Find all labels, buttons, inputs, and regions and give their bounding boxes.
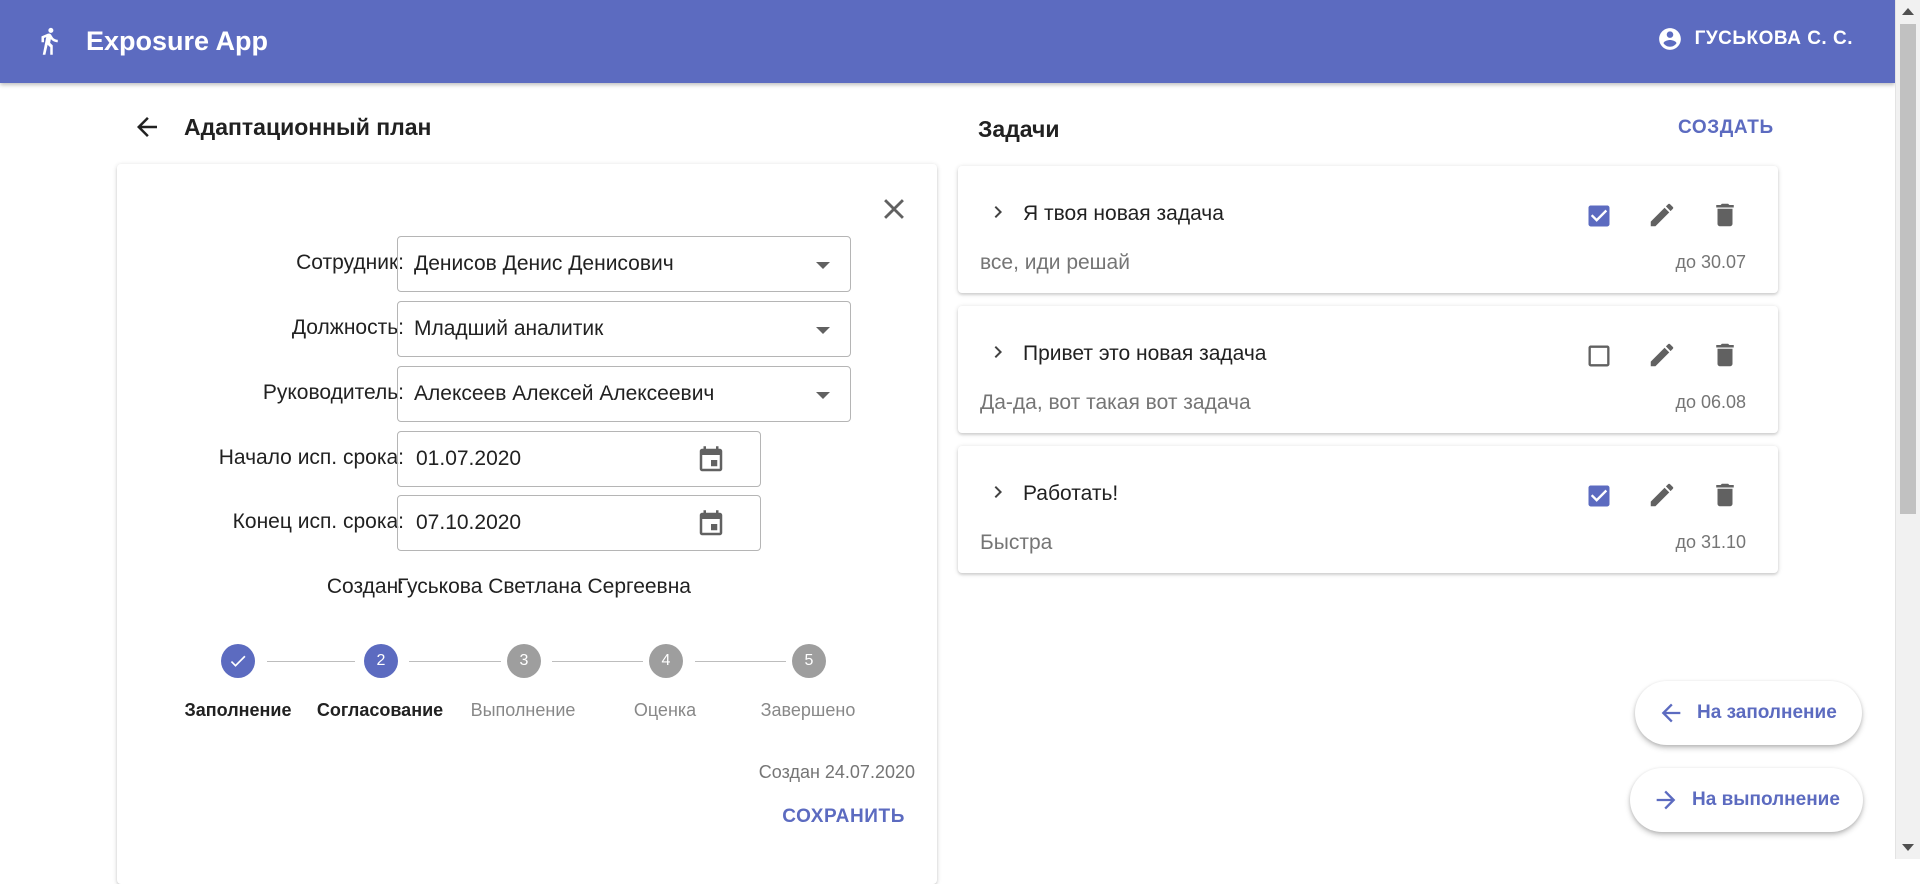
task-due-date: до 31.10 <box>1675 532 1746 552</box>
employee-label: Сотрудник: <box>296 251 404 274</box>
chevron-right-icon[interactable] <box>986 340 1010 364</box>
task-due-date: до 06.08 <box>1675 392 1746 412</box>
task-description: все, иди решай <box>980 251 1130 274</box>
employee-row: Сотрудник: Денисов Денис Денисович <box>117 236 937 292</box>
page-title: Адаптационный план <box>184 113 432 140</box>
task-title: Привет это новая задача <box>1023 342 1267 365</box>
arrow-back-icon <box>1661 703 1681 723</box>
step-2-circle: 2 <box>364 644 398 678</box>
created-date: Создан 24.07.2020 <box>758 762 915 782</box>
employee-value: Денисов Денис Денисович <box>414 252 674 275</box>
position-value: Младший аналитик <box>414 317 604 340</box>
probation-end-input[interactable] <box>414 509 674 537</box>
position-label: Должность: <box>291 316 404 339</box>
user-name: ГУСЬКОВА С. С. <box>1694 28 1853 49</box>
delete-icon[interactable] <box>1710 200 1740 230</box>
task-description: Да-да, вот такая вот задача <box>980 391 1251 414</box>
manager-select[interactable]: Алексеев Алексей Алексеевич <box>397 366 851 422</box>
to-filling-button[interactable]: На заполнение <box>1635 681 1862 745</box>
task-card: Я твоя новая задача все, иди решай до 30… <box>958 166 1778 293</box>
probation-start-input[interactable] <box>414 445 674 473</box>
scrollbar-thumb[interactable] <box>1900 24 1916 514</box>
status-stepper: 2 3 4 5 Заполнение Согласование Выполнен… <box>117 644 937 724</box>
calendar-icon[interactable] <box>696 445 726 475</box>
arrow-forward-icon <box>1656 790 1676 810</box>
to-execution-label: На выполнение <box>1692 789 1840 810</box>
chevron-right-icon[interactable] <box>986 200 1010 224</box>
step-2-label: Согласование <box>316 700 444 720</box>
checkbox-checked-icon[interactable] <box>1585 482 1613 510</box>
chevron-right-icon[interactable] <box>986 480 1010 504</box>
probation-start-row: Начало исп. срока: <box>117 431 937 487</box>
person-walking-icon <box>41 27 58 55</box>
dropdown-arrow-icon <box>816 262 830 269</box>
step-4-label: Оценка <box>633 700 697 720</box>
plan-header: Адаптационный план <box>132 112 431 142</box>
created-by-value: Гуськова Светлана Сергеевна <box>397 575 691 598</box>
tasks-title: Задачи <box>978 116 1060 142</box>
checkbox-checked-icon[interactable] <box>1585 202 1613 230</box>
calendar-icon[interactable] <box>696 509 726 539</box>
to-execution-button[interactable]: На выполнение <box>1630 768 1863 832</box>
task-title: Я твоя новая задача <box>1023 202 1224 225</box>
scrollbar[interactable] <box>1895 0 1920 859</box>
position-select[interactable]: Младший аналитик <box>397 301 851 357</box>
task-card: Привет это новая задача Да-да, вот такая… <box>958 306 1778 433</box>
task-title: Работать! <box>1023 482 1119 505</box>
task-card: Работать! Быстра до 31.10 <box>958 446 1778 573</box>
manager-label: Руководитель: <box>262 381 404 404</box>
created-by-label: Создан: <box>326 575 404 598</box>
scroll-down-arrow-icon[interactable] <box>1902 844 1914 851</box>
plan-card: Сотрудник: Денисов Денис Денисович Должн… <box>117 164 937 884</box>
edit-icon[interactable] <box>1647 200 1677 230</box>
save-button[interactable]: СОХРАНИТЬ <box>782 806 905 828</box>
delete-icon[interactable] <box>1710 480 1740 510</box>
probation-start-label: Начало исп. срока: <box>218 446 404 469</box>
manager-row: Руководитель: Алексеев Алексей Алексееви… <box>117 366 937 422</box>
position-row: Должность: Младший аналитик <box>117 301 937 357</box>
app-title: Exposure App <box>86 26 269 56</box>
close-icon[interactable] <box>877 192 911 226</box>
step-4-circle: 4 <box>649 644 683 678</box>
step-3-label: Выполнение <box>470 700 576 720</box>
edit-icon[interactable] <box>1647 340 1677 370</box>
step-5-label: Завершено <box>760 700 856 720</box>
arrow-back-icon[interactable] <box>132 112 162 142</box>
step-connector <box>552 661 643 662</box>
checkbox-unchecked-icon[interactable] <box>1585 342 1613 370</box>
edit-icon[interactable] <box>1647 480 1677 510</box>
scroll-up-arrow-icon[interactable] <box>1902 8 1914 15</box>
task-due-date: до 30.07 <box>1675 252 1746 272</box>
step-1-label: Заполнение <box>184 700 292 720</box>
to-filling-label: На заполнение <box>1697 702 1837 723</box>
app-bar: Exposure App ГУСЬКОВА С. С. <box>0 0 1895 83</box>
user-menu[interactable]: ГУСЬКОВА С. С. <box>1657 26 1853 52</box>
probation-start-field[interactable] <box>397 431 761 487</box>
probation-end-field[interactable] <box>397 495 761 551</box>
probation-end-row: Конец исп. срока: <box>117 495 937 551</box>
task-description: Быстра <box>980 531 1053 554</box>
dropdown-arrow-icon <box>816 392 830 399</box>
step-3-circle: 3 <box>507 644 541 678</box>
dropdown-arrow-icon <box>816 327 830 334</box>
step-1-circle <box>221 644 255 678</box>
step-connector <box>695 661 786 662</box>
employee-select[interactable]: Денисов Денис Денисович <box>397 236 851 292</box>
created-by-row: Создан: Гуськова Светлана Сергеевна <box>117 560 937 616</box>
account-circle-icon <box>1658 28 1681 50</box>
step-connector <box>409 661 501 662</box>
create-task-button[interactable]: СОЗДАТЬ <box>1678 117 1774 139</box>
manager-value: Алексеев Алексей Алексеевич <box>414 382 715 405</box>
delete-icon[interactable] <box>1710 340 1740 370</box>
probation-end-label: Конец исп. срока: <box>232 510 404 533</box>
step-connector <box>267 661 355 662</box>
check-icon <box>230 655 246 667</box>
step-5-circle: 5 <box>792 644 826 678</box>
